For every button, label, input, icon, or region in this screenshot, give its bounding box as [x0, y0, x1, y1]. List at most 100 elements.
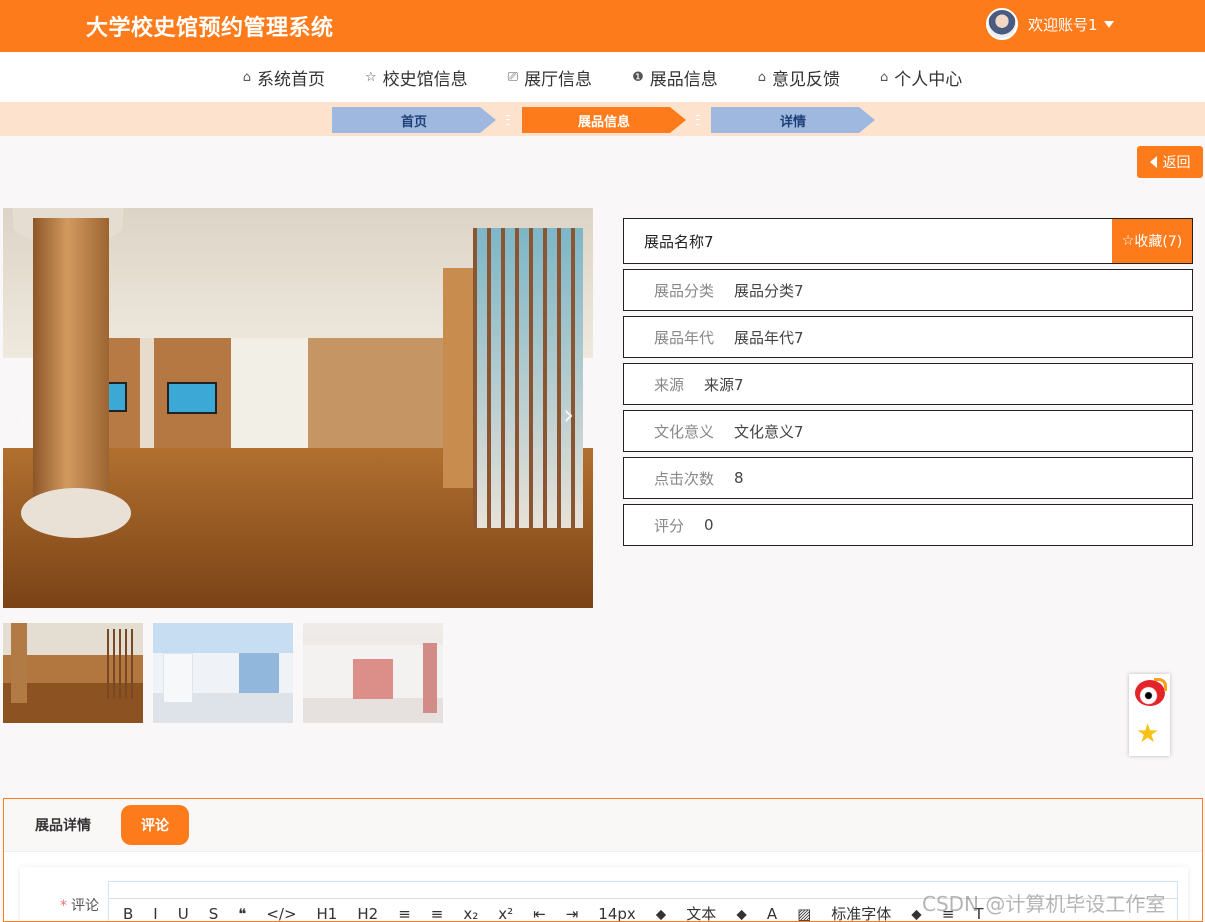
field-value: 来源7 — [704, 375, 744, 394]
top-header: 大学校史馆预约管理系统 欢迎账号1 — [0, 0, 1205, 52]
thumbnail-1[interactable] — [3, 623, 143, 723]
h2-button[interactable]: H2 — [357, 905, 378, 922]
nav-label: 意见反馈 — [771, 69, 840, 90]
font-family-select[interactable]: 标准字体 — [831, 903, 891, 921]
field-label: 文化意义 — [654, 422, 715, 441]
nav-item-home[interactable]: ⌂ 系统首页 — [243, 65, 325, 90]
italic-button[interactable]: I — [153, 905, 157, 922]
photo-grille — [473, 228, 583, 528]
thumb-board — [353, 659, 393, 699]
field-label: 评分 — [654, 516, 685, 535]
comment-label-text: 评论 — [71, 898, 99, 914]
favorite-button[interactable]: ☆ 收藏(7) — [1112, 219, 1192, 263]
field-rating: 评分 0 — [623, 504, 1193, 546]
dropdown-arrow-icon[interactable]: ⬥ — [656, 905, 667, 922]
thumb-pillar — [11, 623, 27, 703]
nav-label: 校史馆信息 — [382, 69, 468, 90]
indent-button[interactable]: ⇥ — [566, 905, 579, 922]
nav-item-profile[interactable]: ⌂ 个人中心 — [880, 65, 962, 90]
home-icon: ⌂ — [757, 69, 766, 85]
caret-left-icon — [1149, 156, 1157, 168]
breadcrumb-separator-icon — [506, 115, 510, 125]
subscript-button[interactable]: x₂ — [463, 905, 478, 922]
thumb-display — [239, 653, 279, 693]
share-widget: ★ — [1129, 674, 1170, 756]
field-source: 来源 来源7 — [623, 363, 1193, 405]
highlight-button[interactable]: ▨ — [797, 905, 811, 922]
app-title: 大学校史馆预约管理系统 — [86, 16, 334, 41]
breadcrumb-exhibit[interactable]: 展品信息 — [522, 107, 686, 133]
ordered-list-button[interactable]: ≡ — [398, 905, 411, 922]
field-value: 8 — [734, 469, 744, 487]
thumbnail-2[interactable] — [153, 623, 293, 723]
qzone-icon[interactable]: ★ — [1136, 720, 1159, 748]
weibo-icon[interactable] — [1135, 678, 1167, 706]
exhibit-photo — [3, 208, 593, 608]
code-button[interactable]: </> — [266, 905, 296, 922]
strike-button[interactable]: S — [209, 905, 219, 922]
nav-label: 展厅信息 — [524, 69, 593, 90]
field-value: 展品年代7 — [734, 328, 804, 347]
comment-label: * 评论 — [60, 895, 99, 915]
exhibit-name: 展品名称7 — [644, 232, 714, 251]
back-label: 返回 — [1162, 155, 1191, 171]
nav-label: 系统首页 — [257, 69, 325, 90]
tab-comment[interactable]: 评论 — [121, 805, 189, 845]
outdent-button[interactable]: ⇤ — [533, 905, 546, 922]
field-clicks: 点击次数 8 — [623, 457, 1193, 499]
field-label: 点击次数 — [654, 469, 715, 488]
underline-button[interactable]: U — [178, 905, 189, 922]
nav-item-feedback[interactable]: ⌂ 意见反馈 — [758, 65, 840, 90]
carousel-next-icon[interactable]: › — [563, 398, 574, 431]
heading-select[interactable]: 文本 — [686, 903, 716, 921]
photo-screen — [167, 382, 217, 414]
main-nav: ⌂ 系统首页 ☆ 校史馆信息 ⎚ 展厅信息 ❶ 展品信息 ⌂ 意见反馈 ⌂ 个人中心 — [0, 52, 1205, 102]
breadcrumb-separator-icon — [696, 115, 700, 125]
image-carousel[interactable]: ‹ › — [3, 208, 593, 608]
nav-item-museum[interactable]: ☆ 校史馆信息 — [365, 65, 468, 90]
tabs-header: 展品详情 评论 — [4, 799, 1202, 852]
favorite-label: 收藏(7) — [1134, 234, 1183, 250]
welcome-text[interactable]: 欢迎账号1 — [1028, 14, 1098, 35]
thumb-banner — [423, 643, 437, 713]
dropdown-arrow-icon[interactable]: ⬥ — [911, 905, 922, 922]
star-icon: ☆ — [365, 69, 377, 85]
bag-icon: ⎚ — [507, 69, 519, 85]
quote-button[interactable]: ❝ — [238, 905, 246, 922]
photo-pillar — [33, 218, 109, 518]
exhibit-name-row: 展品名称7 ☆ 收藏(7) — [623, 218, 1193, 264]
thumb-grille — [107, 629, 137, 699]
field-label: 来源 — [654, 375, 685, 394]
back-button[interactable]: 返回 — [1137, 146, 1203, 178]
field-value: 文化意义7 — [734, 422, 804, 441]
star-outline-icon: ☆ — [1121, 233, 1135, 249]
photo-back-wall — [98, 338, 448, 458]
nav-item-hall[interactable]: ⎚ 展厅信息 — [508, 65, 592, 90]
field-significance: 文化意义 文化意义7 — [623, 410, 1193, 452]
photo-pillar-base — [21, 488, 131, 538]
field-label: 展品年代 — [654, 328, 715, 347]
field-value: 0 — [704, 516, 714, 534]
font-color-button[interactable]: A — [767, 905, 777, 922]
breadcrumb-home[interactable]: 首页 — [332, 107, 496, 133]
caret-down-icon[interactable] — [1103, 20, 1114, 28]
bullet-list-button[interactable]: ≡ — [431, 905, 444, 922]
user-avatar[interactable] — [986, 8, 1018, 40]
field-value: 展品分类7 — [734, 281, 804, 300]
superscript-button[interactable]: x² — [498, 905, 513, 922]
dropdown-arrow-icon[interactable]: ⬥ — [736, 905, 747, 922]
thumb-panel — [163, 653, 193, 703]
thumbnail-3[interactable] — [303, 623, 443, 723]
h1-button[interactable]: H1 — [317, 905, 338, 922]
field-era: 展品年代 展品年代7 — [623, 316, 1193, 358]
tab-detail[interactable]: 展品详情 — [18, 805, 108, 845]
bold-button[interactable]: B — [123, 905, 133, 922]
breadcrumb: 首页 展品信息 详情 — [0, 102, 1205, 136]
nav-label: 展品信息 — [649, 69, 718, 90]
user-menu[interactable]: 欢迎账号1 — [986, 6, 1114, 42]
nav-item-exhibit[interactable]: ❶ 展品信息 — [632, 65, 718, 90]
font-size-select[interactable]: 14px — [598, 905, 636, 922]
field-category: 展品分类 展品分类7 — [623, 269, 1193, 311]
info-icon: ❶ — [632, 69, 644, 85]
carousel-prev-icon[interactable]: ‹ — [17, 398, 28, 431]
